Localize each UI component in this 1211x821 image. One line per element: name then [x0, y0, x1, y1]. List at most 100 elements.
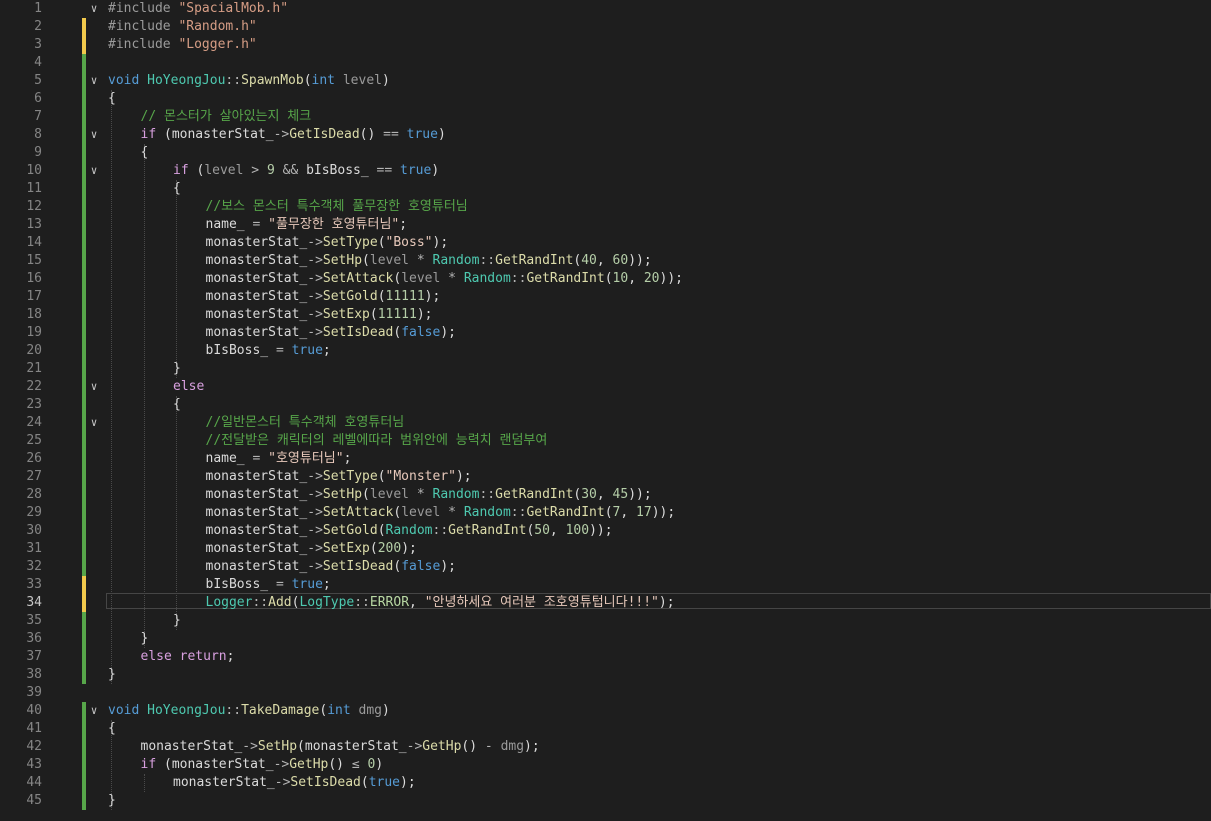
line-number[interactable]: 39: [0, 684, 42, 702]
line-number[interactable]: 32: [0, 558, 42, 576]
code-text[interactable]: if (monasterStat_->GetHp() ≤ 0): [141, 756, 384, 774]
line-number[interactable]: 23: [0, 396, 42, 414]
chevron-down-icon[interactable]: ∨: [88, 414, 100, 432]
line-number[interactable]: 38: [0, 666, 42, 684]
code-line[interactable]: 25 //전달받은 캐릭터의 레벨에따라 범위안에 능력치 랜덤부여: [0, 432, 1211, 450]
code-text[interactable]: monasterStat_->SetIsDead(true);: [173, 774, 416, 792]
code-line[interactable]: 21}: [0, 360, 1211, 378]
line-number[interactable]: 43: [0, 756, 42, 774]
code-line[interactable]: 39: [0, 684, 1211, 702]
code-text[interactable]: #include "Logger.h": [108, 36, 257, 54]
code-text[interactable]: monasterStat_->SetExp(11111);: [206, 306, 433, 324]
chevron-down-icon[interactable]: ∨: [88, 702, 100, 720]
code-line[interactable]: 7 // 몬스터가 살아있는지 체크: [0, 108, 1211, 126]
code-line[interactable]: 15 monasterStat_->SetHp(level * Random::G…: [0, 252, 1211, 270]
code-line[interactable]: 3 #include "Logger.h": [0, 36, 1211, 54]
code-line[interactable]: 20 bIsBoss_ = true;: [0, 342, 1211, 360]
code-text[interactable]: {: [108, 90, 116, 108]
line-number[interactable]: 36: [0, 630, 42, 648]
code-text[interactable]: #include "Random.h": [108, 18, 257, 36]
line-number[interactable]: 17: [0, 288, 42, 306]
code-line[interactable]: 5 ∨ void HoYeongJou::SpawnMob(int level): [0, 72, 1211, 90]
code-line[interactable]: 17 monasterStat_->SetGold(11111);: [0, 288, 1211, 306]
line-number[interactable]: 41: [0, 720, 42, 738]
line-number[interactable]: 34: [0, 594, 42, 612]
code-line[interactable]: 41 {: [0, 720, 1211, 738]
code-text[interactable]: else: [173, 378, 204, 396]
line-number[interactable]: 25: [0, 432, 42, 450]
code-text[interactable]: void HoYeongJou::TakeDamage(int dmg): [108, 702, 390, 720]
code-line[interactable]: 34 Logger::Add(LogType::ERROR, "안녕하세요 여러분…: [0, 594, 1211, 612]
code-line[interactable]: 26 name_ = "호영튜터님";: [0, 450, 1211, 468]
line-number[interactable]: 37: [0, 648, 42, 666]
code-line[interactable]: 33 bIsBoss_ = true;: [0, 576, 1211, 594]
code-text[interactable]: {: [173, 396, 181, 414]
code-line[interactable]: 6{: [0, 90, 1211, 108]
line-number[interactable]: 7: [0, 108, 42, 126]
code-text[interactable]: //일반몬스터 특수객체 호영튜터님: [206, 414, 405, 432]
code-text[interactable]: {: [141, 144, 149, 162]
code-line[interactable]: 43 if (monasterStat_->GetHp() ≤ 0): [0, 756, 1211, 774]
line-number[interactable]: 26: [0, 450, 42, 468]
code-line[interactable]: 14 monasterStat_->SetType("Boss");: [0, 234, 1211, 252]
code-line[interactable]: 29 monasterStat_->SetAttack(level * Rando…: [0, 504, 1211, 522]
line-number[interactable]: 45: [0, 792, 42, 810]
code-text[interactable]: monasterStat_->SetType("Boss");: [206, 234, 449, 252]
code-text[interactable]: monasterStat_->SetIsDead(false);: [206, 324, 456, 342]
chevron-down-icon[interactable]: ∨: [88, 126, 100, 144]
code-text[interactable]: monasterStat_->SetExp(200);: [206, 540, 417, 558]
code-text[interactable]: }: [108, 792, 116, 810]
line-number[interactable]: 15: [0, 252, 42, 270]
line-number[interactable]: 4: [0, 54, 42, 72]
code-line[interactable]: 45}: [0, 792, 1211, 810]
line-number[interactable]: 16: [0, 270, 42, 288]
code-text[interactable]: monasterStat_->SetGold(Random::GetRandIn…: [206, 522, 613, 540]
chevron-down-icon[interactable]: ∨: [88, 378, 100, 396]
line-number[interactable]: 42: [0, 738, 42, 756]
line-number[interactable]: 29: [0, 504, 42, 522]
code-line[interactable]: 36}: [0, 630, 1211, 648]
line-number[interactable]: 27: [0, 468, 42, 486]
line-number[interactable]: 20: [0, 342, 42, 360]
line-number[interactable]: 18: [0, 306, 42, 324]
code-line[interactable]: 28 monasterStat_->SetHp(level * Random::G…: [0, 486, 1211, 504]
code-line[interactable]: 19 monasterStat_->SetIsDead(false);: [0, 324, 1211, 342]
code-line[interactable]: 11 {: [0, 180, 1211, 198]
code-text[interactable]: if (level > 9 && bIsBoss_ == true): [173, 162, 439, 180]
code-text[interactable]: }: [108, 666, 116, 684]
line-number[interactable]: 6: [0, 90, 42, 108]
line-number[interactable]: 44: [0, 774, 42, 792]
line-number[interactable]: 5: [0, 72, 42, 90]
code-line[interactable]: 8 ∨ if (monasterStat_->GetIsDead() == true…: [0, 126, 1211, 144]
line-number[interactable]: 30: [0, 522, 42, 540]
code-line[interactable]: 13 name_ = "풀무장한 호영튜터님";: [0, 216, 1211, 234]
code-line[interactable]: 23 {: [0, 396, 1211, 414]
line-number[interactable]: 13: [0, 216, 42, 234]
code-line[interactable]: 1 ∨ #include "SpacialMob.h": [0, 0, 1211, 18]
chevron-down-icon[interactable]: ∨: [88, 72, 100, 90]
code-line[interactable]: 35}: [0, 612, 1211, 630]
code-text[interactable]: // 몬스터가 살아있는지 체크: [141, 108, 312, 126]
code-line[interactable]: 2 #include "Random.h": [0, 18, 1211, 36]
code-line[interactable]: 40 ∨ void HoYeongJou::TakeDamage(int dmg): [0, 702, 1211, 720]
code-text[interactable]: else return;: [141, 648, 235, 666]
code-text[interactable]: //보스 몬스터 특수객체 풀무장한 호영튜터님: [206, 198, 468, 216]
code-line[interactable]: 9{: [0, 144, 1211, 162]
code-text[interactable]: monasterStat_->SetGold(11111);: [206, 288, 441, 306]
code-line[interactable]: 27 monasterStat_->SetType("Monster");: [0, 468, 1211, 486]
line-number[interactable]: 24: [0, 414, 42, 432]
line-number[interactable]: 12: [0, 198, 42, 216]
line-number[interactable]: 40: [0, 702, 42, 720]
code-line[interactable]: 12 //보스 몬스터 특수객체 풀무장한 호영튜터님: [0, 198, 1211, 216]
code-line[interactable]: 16 monasterStat_->SetAttack(level * Rando…: [0, 270, 1211, 288]
line-number[interactable]: 9: [0, 144, 42, 162]
code-text[interactable]: {: [173, 180, 181, 198]
code-line[interactable]: 24 ∨ //일반몬스터 특수객체 호영튜터님: [0, 414, 1211, 432]
code-text[interactable]: bIsBoss_ = true;: [206, 342, 331, 360]
code-line[interactable]: 18 monasterStat_->SetExp(11111);: [0, 306, 1211, 324]
line-number[interactable]: 19: [0, 324, 42, 342]
code-text[interactable]: monasterStat_->SetType("Monster");: [206, 468, 472, 486]
code-line[interactable]: 10 ∨ if (level > 9 && bIsBoss_ == true): [0, 162, 1211, 180]
code-text[interactable]: monasterStat_->SetHp(level * Random::Get…: [206, 486, 652, 504]
code-text[interactable]: //전달받은 캐릭터의 레벨에따라 범위안에 능력치 랜덤부여: [206, 432, 548, 450]
